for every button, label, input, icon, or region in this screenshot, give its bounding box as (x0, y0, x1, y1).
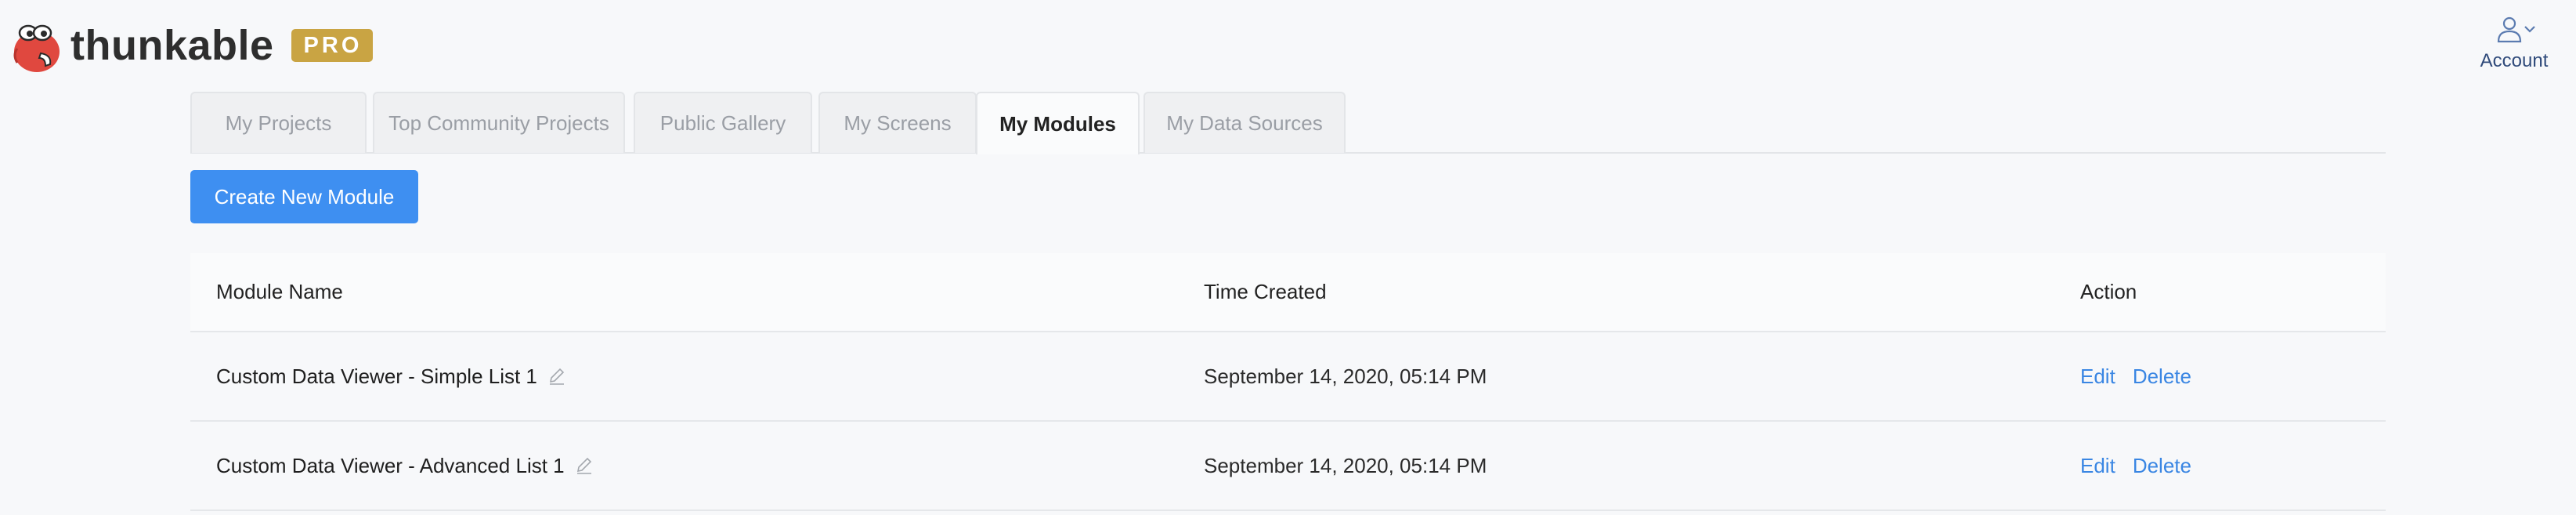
delete-link[interactable]: Delete (2133, 454, 2191, 478)
edit-link[interactable]: Edit (2080, 364, 2115, 389)
account-label: Account (2480, 50, 2549, 71)
create-new-module-button[interactable]: Create New Module (190, 170, 418, 223)
tab-my-projects[interactable]: My Projects (190, 92, 367, 153)
user-icon (2497, 16, 2535, 43)
tab-my-data-sources[interactable]: My Data Sources (1143, 92, 1346, 153)
action-cell: Edit Delete (2080, 332, 2209, 420)
table-row: Custom Data Viewer - Simple List 1 Septe… (190, 332, 2386, 422)
tab-my-screens[interactable]: My Screens (818, 92, 977, 153)
header-action: Action (2080, 280, 2137, 303)
edit-link[interactable]: Edit (2080, 454, 2115, 478)
module-name-cell: Custom Data Viewer - Advanced List 1 (216, 422, 594, 510)
tab-label: My Data Sources (1166, 111, 1323, 135)
tab-label: Top Community Projects (388, 111, 609, 135)
tab-label: My Projects (225, 111, 332, 135)
tab-label: My Modules (999, 111, 1116, 136)
time-created-cell: September 14, 2020, 05:14 PM (1204, 453, 1487, 477)
account-menu[interactable]: Account (2471, 16, 2557, 72)
tab-top-community-projects[interactable]: Top Community Projects (373, 92, 625, 153)
app-root: thunkable PRO Account My Projects Top Co… (0, 0, 2576, 515)
header-time-created: Time Created (1204, 280, 1327, 303)
tab-label: Public Gallery (659, 111, 786, 135)
tab-my-modules[interactable]: My Modules (976, 92, 1140, 154)
header-module-name: Module Name (216, 280, 343, 303)
pencil-icon[interactable] (574, 455, 594, 476)
table-header-row: Module Name Time Created Action (190, 253, 2386, 332)
pencil-icon[interactable] (547, 366, 567, 386)
tab-bar: My Projects Top Community Projects Publi… (190, 92, 2386, 154)
tab-label: My Screens (844, 111, 952, 135)
action-cell: Edit Delete (2080, 422, 2209, 510)
chevron-down-icon (2524, 26, 2535, 33)
delete-link[interactable]: Delete (2133, 364, 2191, 389)
modules-table: Module Name Time Created Action Custom D… (190, 253, 2386, 511)
module-name: Custom Data Viewer - Advanced List 1 (216, 453, 565, 477)
tab-public-gallery[interactable]: Public Gallery (634, 92, 812, 153)
brand-logo[interactable]: thunkable PRO (11, 17, 374, 74)
table-row: Custom Data Viewer - Advanced List 1 Sep… (190, 422, 2386, 511)
brand-name: thunkable (70, 22, 274, 69)
pro-badge: PRO (291, 29, 374, 62)
module-name-cell: Custom Data Viewer - Simple List 1 (216, 332, 567, 420)
time-created-cell: September 14, 2020, 05:14 PM (1204, 364, 1487, 388)
module-name: Custom Data Viewer - Simple List 1 (216, 364, 537, 388)
mascot-logo-icon (13, 24, 60, 72)
